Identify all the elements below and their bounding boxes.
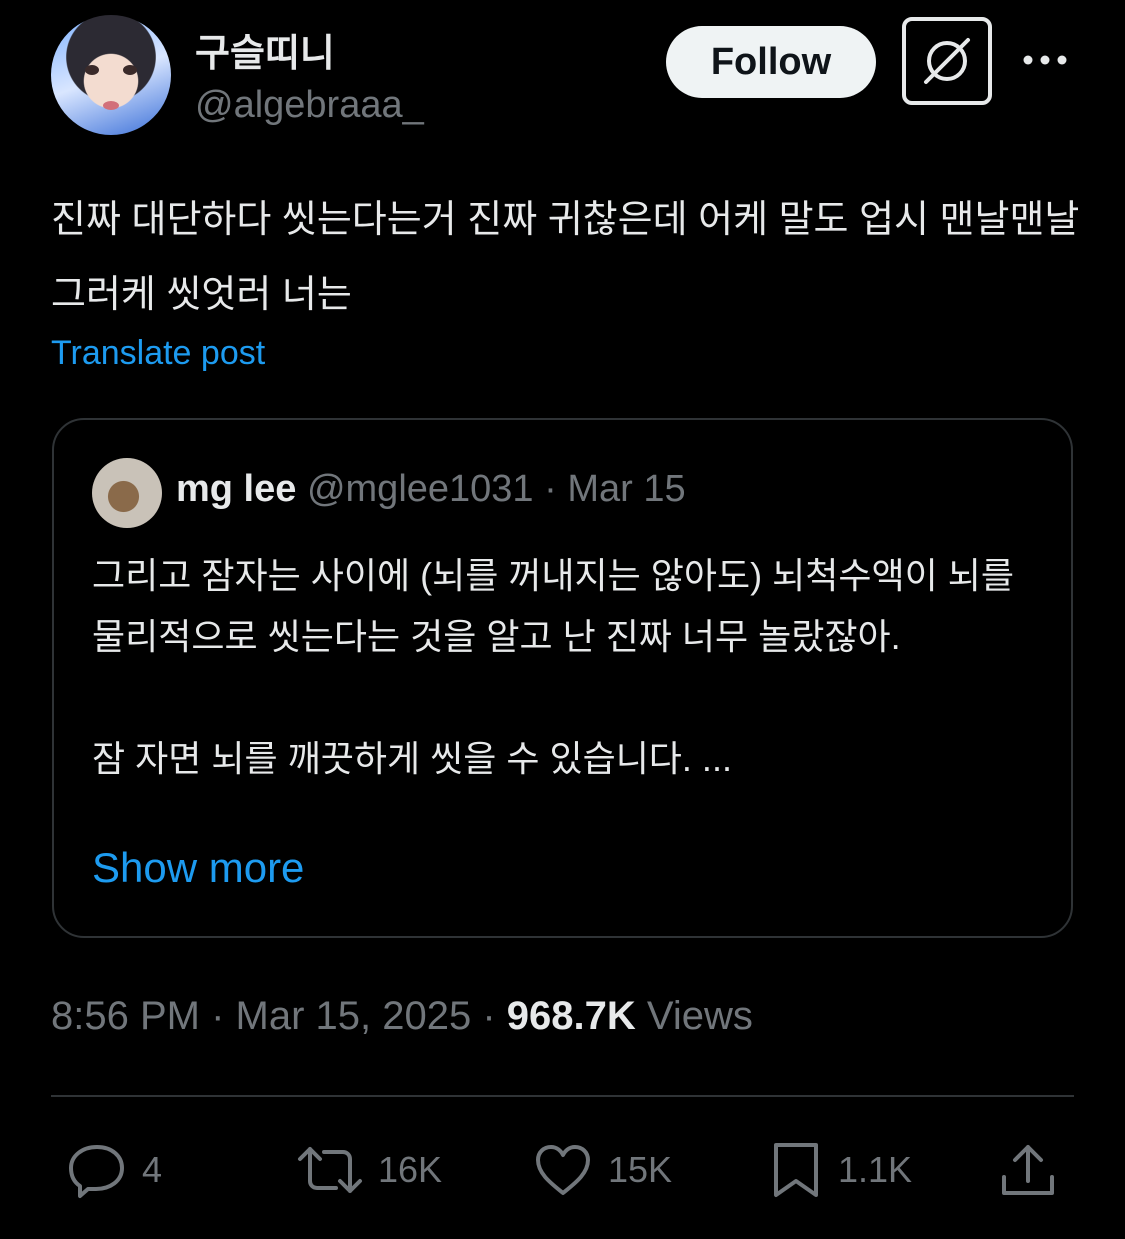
bookmark-count: 1.1K — [838, 1149, 913, 1190]
divider — [51, 1095, 1074, 1097]
bookmark-icon — [774, 1143, 818, 1197]
like-button[interactable]: 15K — [532, 1135, 672, 1205]
quoted-paragraph: 그리고 잠자는 사이에 (뇌를 꺼내지는 않아도) 뇌척수액이 뇌를 물리적으로… — [92, 555, 1014, 657]
tweet-text: 진짜 대단하다 씻는다는거 진짜 귀찮은데 어케 말도 업시 맨날맨날 그러케 … — [51, 199, 1080, 316]
views-count: 968.7K — [506, 994, 636, 1038]
reply-button[interactable]: 4 — [66, 1135, 162, 1205]
quoted-tweet-text: 그리고 잠자는 사이에 (뇌를 꺼내지는 않아도) 뇌척수액이 뇌를 물리적으로… — [92, 545, 1042, 789]
share-button[interactable] — [998, 1135, 1058, 1205]
quoted-author-avatar[interactable] — [92, 458, 162, 528]
repost-icon — [298, 1147, 362, 1193]
more-icon — [1023, 55, 1067, 65]
tweet-time[interactable]: 8:56 PM — [51, 994, 200, 1038]
quoted-tweet-card[interactable]: mg lee @mglee1031 · Mar 15 그리고 잠자는 사이에 (… — [52, 418, 1073, 938]
avatar-eye — [85, 65, 99, 75]
quoted-author-handle[interactable]: @mglee1031 — [307, 468, 534, 510]
more-button[interactable] — [1020, 40, 1070, 80]
tweet-meta: 8:56 PM · Mar 15, 2025 · 968.7K Views — [51, 994, 753, 1039]
quoted-separator: · — [544, 468, 557, 510]
tweet-date[interactable]: Mar 15, 2025 — [236, 994, 472, 1038]
share-icon — [1002, 1145, 1054, 1195]
quoted-tweet-header: mg lee @mglee1031 · Mar 15 — [176, 468, 686, 511]
repost-count: 16K — [378, 1149, 443, 1190]
reply-icon — [69, 1145, 124, 1198]
author-handle[interactable]: @algebraaa_ — [195, 84, 424, 127]
like-count: 15K — [608, 1149, 673, 1190]
meta-separator: · — [471, 994, 507, 1038]
repost-button[interactable]: 16K — [296, 1135, 442, 1205]
quoted-paragraph: 잠 자면 뇌를 깨끗하게 씻을 수 있습니다. ... — [92, 738, 732, 779]
show-more-link[interactable]: Show more — [92, 844, 304, 892]
quoted-author-name[interactable]: mg lee — [176, 468, 296, 510]
heart-icon — [536, 1145, 590, 1195]
avatar-eye — [123, 65, 137, 75]
author-display-name[interactable]: 구슬띠니 — [195, 22, 335, 77]
grok-button[interactable] — [902, 17, 992, 105]
avatar-mouth — [103, 101, 119, 110]
author-avatar[interactable] — [51, 15, 171, 135]
reply-count: 4 — [142, 1149, 163, 1190]
quoted-date[interactable]: Mar 15 — [567, 468, 685, 510]
bookmark-button[interactable]: 1.1K — [768, 1135, 912, 1205]
translate-post-link[interactable]: Translate post — [51, 334, 265, 373]
grok-icon — [924, 38, 970, 84]
follow-button[interactable]: Follow — [666, 26, 876, 98]
meta-separator: · — [199, 994, 236, 1038]
views-label: Views — [646, 994, 753, 1038]
